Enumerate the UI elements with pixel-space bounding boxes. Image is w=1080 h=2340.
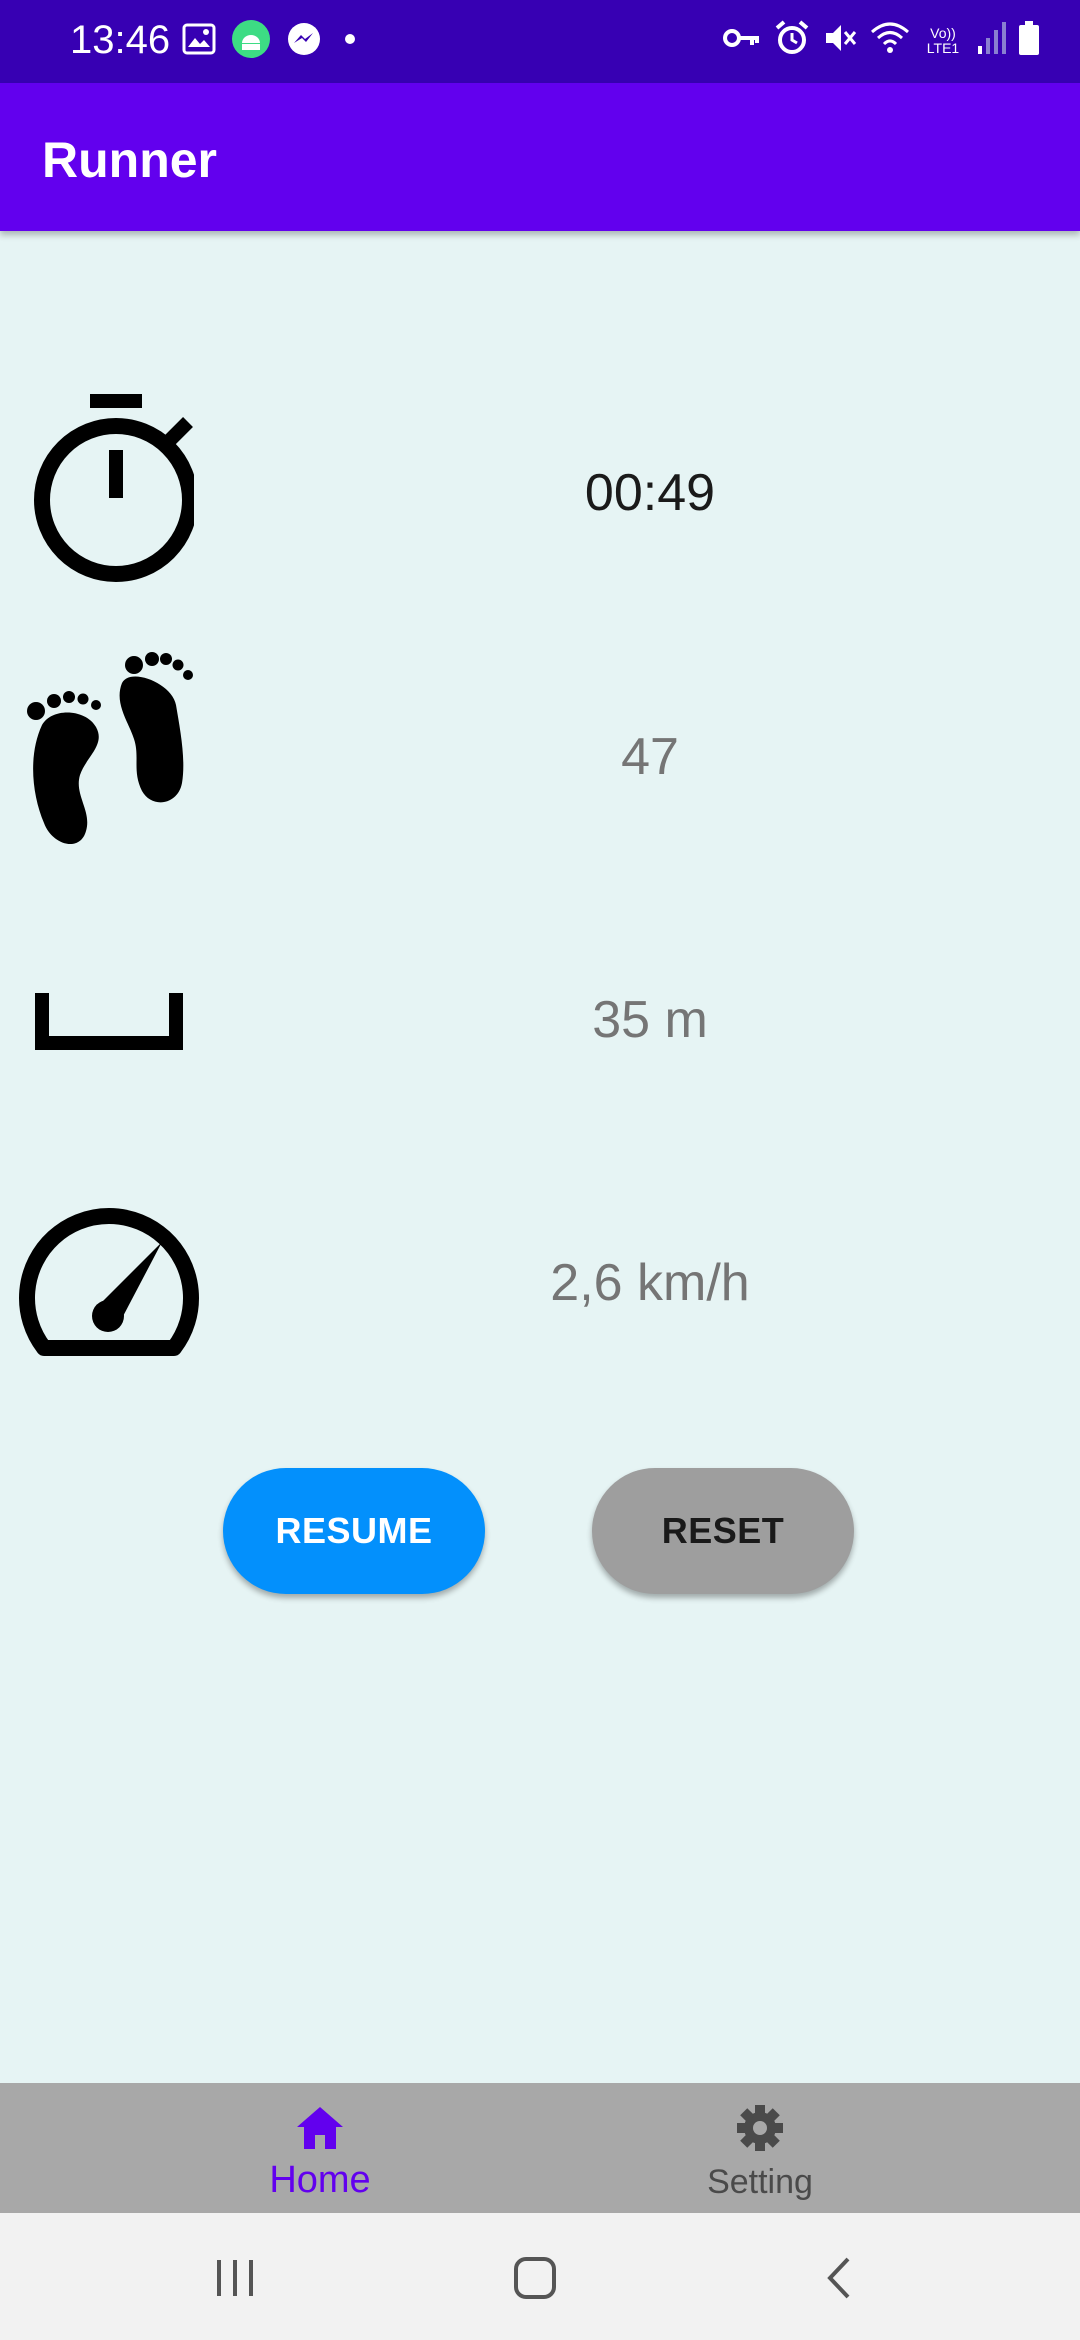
speedometer-icon bbox=[14, 1200, 204, 1360]
reset-button[interactable]: RESET bbox=[592, 1468, 854, 1594]
key-icon bbox=[722, 20, 762, 61]
nav-home-label: Home bbox=[269, 2159, 371, 2201]
status-left-icons bbox=[182, 20, 362, 63]
nav-setting[interactable]: Setting bbox=[610, 2083, 910, 2213]
footprints-icon bbox=[14, 645, 204, 865]
alarm-icon bbox=[774, 20, 810, 61]
resume-button[interactable]: RESUME bbox=[223, 1468, 485, 1594]
distance-value: 35 m bbox=[592, 991, 708, 1049]
back-icon[interactable] bbox=[805, 2243, 875, 2313]
messenger-icon bbox=[286, 21, 322, 62]
gear-icon bbox=[735, 2103, 785, 2153]
signal-icon bbox=[976, 20, 1006, 61]
system-navigation-bar bbox=[0, 2213, 1080, 2340]
speed-value: 2,6 km/h bbox=[550, 1254, 750, 1312]
wifi-icon bbox=[870, 20, 910, 61]
image-icon bbox=[182, 23, 216, 60]
app-bar: Runner bbox=[0, 83, 1080, 231]
steps-value: 47 bbox=[621, 728, 679, 786]
home-icon bbox=[295, 2103, 345, 2153]
mute-icon bbox=[822, 20, 858, 61]
status-bar: 13:46 Vo)) LTE1 bbox=[0, 0, 1080, 83]
volte-icon: Vo)) LTE1 bbox=[926, 24, 960, 56]
status-right-icons: Vo)) LTE1 bbox=[722, 20, 1040, 61]
app-title: Runner bbox=[42, 132, 217, 188]
nav-home[interactable]: Home bbox=[170, 2083, 470, 2213]
status-time: 13:46 bbox=[70, 18, 171, 62]
distance-icon bbox=[14, 980, 204, 1060]
stopwatch-icon bbox=[14, 388, 204, 588]
nav-setting-label: Setting bbox=[707, 2163, 813, 2201]
battery-icon bbox=[1018, 20, 1040, 61]
android-icon bbox=[232, 20, 270, 63]
home-system-icon[interactable] bbox=[500, 2243, 570, 2313]
dot-icon bbox=[338, 21, 362, 62]
bottom-navigation: Home Setting bbox=[0, 2083, 1080, 2213]
time-value: 00:49 bbox=[584, 464, 716, 522]
recent-apps-icon[interactable] bbox=[200, 2243, 270, 2313]
